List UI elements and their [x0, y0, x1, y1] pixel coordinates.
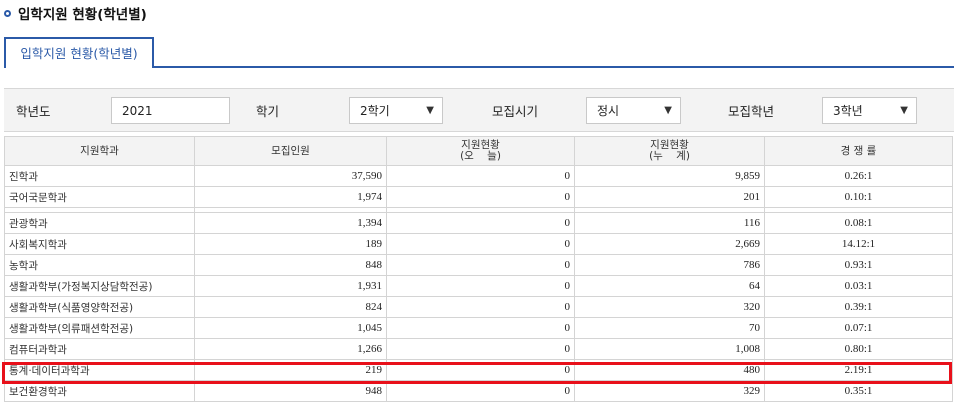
cell-today: 0 [386, 380, 575, 402]
cell-cumulative: 329 [574, 380, 765, 402]
cell-cumulative: 64 [574, 275, 765, 297]
cell-today: 0 [386, 212, 575, 234]
cell-quota: 824 [194, 296, 387, 318]
cell-today: 0 [386, 186, 575, 208]
cell-cumulative: 2,669 [574, 233, 765, 255]
grade-select-value: 3학년 [833, 104, 863, 118]
header-cumulative: 지원현황 (누 계) [574, 136, 765, 166]
table-row: 컴퓨터과학과 1,266 0 1,008 0.80:1 [4, 338, 953, 360]
chevron-down-icon: ▼ [900, 105, 908, 116]
header-quota: 모집인원 [194, 136, 387, 166]
tab-admission-status-by-grade[interactable]: 입학지원 현황(학년별) [4, 37, 154, 66]
cell-quota: 948 [194, 380, 387, 402]
cell-ratio: 2.19:1 [764, 359, 953, 381]
cell-quota: 219 [194, 359, 387, 381]
cell-ratio: 0.39:1 [764, 296, 953, 318]
table-row: 사회복지학과 189 0 2,669 14.12:1 [4, 233, 953, 255]
cell-ratio: 0.26:1 [764, 165, 953, 187]
cell-dept: 생활과학부(의류패션학전공) [4, 317, 195, 339]
table-header-row: 지원학과 모집인원 지원현황 (오 늘) 지원현황 (누 계) 경 쟁 률 [4, 136, 953, 166]
page-title: 입학지원 현황(학년별) [4, 3, 147, 23]
table-row: 국어국문학과 1,974 0 201 0.10:1 [4, 186, 953, 208]
cell-cumulative: 116 [574, 212, 765, 234]
cell-quota: 1,931 [194, 275, 387, 297]
semester-label: 학기 [256, 103, 280, 119]
cell-cumulative: 320 [574, 296, 765, 318]
cell-ratio: 0.93:1 [764, 254, 953, 276]
cell-ratio: 0.80:1 [764, 338, 953, 360]
cell-dept: 보건환경학과 [4, 380, 195, 402]
cell-quota: 848 [194, 254, 387, 276]
cell-quota: 1,266 [194, 338, 387, 360]
cell-cumulative: 786 [574, 254, 765, 276]
semester-select[interactable]: 2학기 ▼ [349, 97, 443, 124]
cell-dept: 컴퓨터과학과 [4, 338, 195, 360]
grade-label: 모집학년 [728, 103, 775, 119]
cell-ratio: 0.03:1 [764, 275, 953, 297]
cell-quota: 37,590 [194, 165, 387, 187]
header-dept: 지원학과 [4, 136, 195, 166]
circle-bullet-icon [4, 9, 11, 17]
cell-cumulative: 1,008 [574, 338, 765, 360]
cell-today: 0 [386, 233, 575, 255]
period-label: 모집시기 [492, 103, 539, 119]
header-cum-line2: (누 계) [649, 150, 690, 162]
cell-dept: 사회복지학과 [4, 233, 195, 255]
filter-bar: 학년도 2021 학기 2학기 ▼ 모집시기 정시 ▼ 모집학년 3학년 ▼ [4, 88, 954, 132]
cell-ratio: 0.08:1 [764, 212, 953, 234]
cell-cumulative: 9,859 [574, 165, 765, 187]
chevron-down-icon: ▼ [664, 105, 672, 116]
table-row: 생활과학부(의류패션학전공) 1,045 0 70 0.07:1 [4, 317, 953, 339]
admission-status-table: 지원학과 모집인원 지원현황 (오 늘) 지원현황 (누 계) 경 쟁 률 진학… [4, 136, 953, 402]
cell-today: 0 [386, 165, 575, 187]
cell-ratio: 0.35:1 [764, 380, 953, 402]
cell-today: 0 [386, 317, 575, 339]
table-row: 보건환경학과 948 0 329 0.35:1 [4, 380, 953, 402]
cell-quota: 1,974 [194, 186, 387, 208]
table-row: 생활과학부(식품영양학전공) 824 0 320 0.39:1 [4, 296, 953, 318]
semester-select-value: 2학기 [360, 104, 390, 118]
cell-dept: 생활과학부(가정복지상담학전공) [4, 275, 195, 297]
cell-today: 0 [386, 275, 575, 297]
cell-dept: 통계·데이터과학과 [4, 359, 195, 381]
header-ratio: 경 쟁 률 [764, 136, 953, 166]
cell-dept: 진학과 [4, 165, 195, 187]
cell-ratio: 0.10:1 [764, 186, 953, 208]
cell-ratio: 0.07:1 [764, 317, 953, 339]
cell-cumulative: 70 [574, 317, 765, 339]
header-today-line2: (오 늘) [460, 150, 501, 162]
cell-ratio: 14.12:1 [764, 233, 953, 255]
year-input[interactable]: 2021 [111, 97, 230, 124]
cell-today: 0 [386, 296, 575, 318]
cell-dept: 농학과 [4, 254, 195, 276]
cell-quota: 1,394 [194, 212, 387, 234]
table-row: 관광학과 1,394 0 116 0.08:1 [4, 212, 953, 234]
cell-today: 0 [386, 359, 575, 381]
cell-dept: 국어국문학과 [4, 186, 195, 208]
cell-quota: 189 [194, 233, 387, 255]
period-select-value: 정시 [597, 104, 620, 118]
period-select[interactable]: 정시 ▼ [586, 97, 681, 124]
cell-cumulative: 480 [574, 359, 765, 381]
table-row: 진학과 37,590 0 9,859 0.26:1 [4, 165, 953, 187]
cell-dept: 생활과학부(식품영양학전공) [4, 296, 195, 318]
table-row: 농학과 848 0 786 0.93:1 [4, 254, 953, 276]
grade-select[interactable]: 3학년 ▼ [822, 97, 917, 124]
cell-dept: 관광학과 [4, 212, 195, 234]
cell-cumulative: 201 [574, 186, 765, 208]
page-title-text: 입학지원 현황(학년별) [18, 7, 147, 23]
cell-today: 0 [386, 254, 575, 276]
table-row: 생활과학부(가정복지상담학전공) 1,931 0 64 0.03:1 [4, 275, 953, 297]
cell-quota: 1,045 [194, 317, 387, 339]
header-today: 지원현황 (오 늘) [386, 136, 575, 166]
year-label: 학년도 [16, 103, 51, 119]
cell-today: 0 [386, 338, 575, 360]
table-row-highlighted: 통계·데이터과학과 219 0 480 2.19:1 [4, 359, 953, 381]
chevron-down-icon: ▼ [426, 105, 434, 116]
